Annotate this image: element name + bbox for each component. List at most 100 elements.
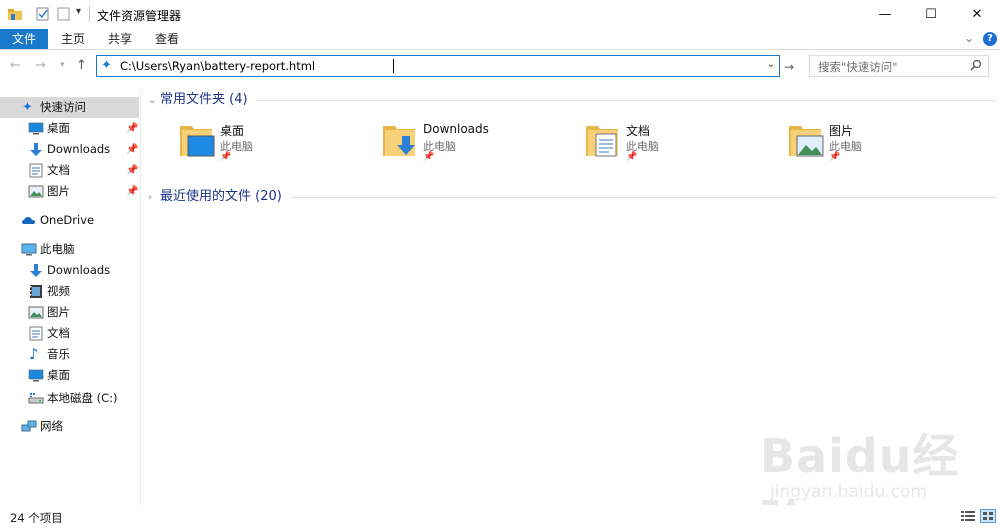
nav-pc-item-desktop[interactable]: 桌面 <box>0 365 139 386</box>
folder-name: 桌面 <box>220 124 245 138</box>
properties-icon[interactable] <box>35 6 51 22</box>
folder-tile-downloads[interactable]: Downloads 此电脑 📌 <box>381 120 561 166</box>
nav-label: 快速访问 <box>40 100 86 114</box>
folder-name: Downloads <box>423 122 489 136</box>
nav-this-pc[interactable]: 此电脑 <box>0 239 139 260</box>
group-header-recent[interactable]: › 最近使用的文件 (20) <box>148 187 282 207</box>
pictures-folder-icon <box>789 126 824 157</box>
group-divider <box>256 100 996 101</box>
back-arrow-icon[interactable]: ← <box>10 58 21 73</box>
group-title: 最近使用的文件 (20) <box>160 189 282 204</box>
nav-network[interactable]: 网络 <box>0 416 139 437</box>
details-view-icon[interactable] <box>960 509 976 523</box>
video-icon <box>30 285 42 298</box>
nav-label: 文档 <box>47 326 70 340</box>
nav-label: 桌面 <box>47 121 70 135</box>
expand-chevron-icon[interactable]: › <box>148 188 160 208</box>
folder-tile-documents[interactable]: 文档 此电脑 📌 <box>584 120 764 166</box>
nav-label: Downloads <box>47 263 111 277</box>
quick-access-star-icon: ✦ <box>22 100 33 115</box>
tab-view[interactable]: 查看 <box>146 29 188 49</box>
new-folder-icon[interactable] <box>56 6 72 22</box>
window-title: 文件资源管理器 <box>97 9 182 23</box>
nav-pc-item-videos[interactable]: 视频 <box>0 281 139 302</box>
nav-quick-access[interactable]: ✦ 快速访问 <box>0 97 139 118</box>
ribbon-tabs: 文件 主页 共享 查看 ⌄ ? <box>0 29 1000 50</box>
nav-quick-item-desktop[interactable]: 桌面 📌 <box>0 118 139 139</box>
nav-label: 此电脑 <box>40 242 75 256</box>
nav-label: 图片 <box>47 184 70 198</box>
go-button[interactable]: → <box>784 60 794 74</box>
close-button[interactable]: ✕ <box>954 0 1000 29</box>
status-bar: 24 个项目 <box>0 505 1000 528</box>
address-bar[interactable]: ✦ C:\Users\Ryan\battery-report.html ⌄ <box>96 55 780 77</box>
computer-icon <box>21 243 37 256</box>
nav-quick-item-downloads[interactable]: Downloads 📌 <box>0 139 139 160</box>
tab-home[interactable]: 主页 <box>52 29 94 49</box>
nav-quick-item-documents[interactable]: 文档 📌 <box>0 160 139 181</box>
pin-icon: 📌 <box>220 152 232 162</box>
music-icon: ♪ <box>29 345 39 363</box>
network-icon <box>21 420 37 432</box>
address-row: ← → ▾ ↑ ✦ C:\Users\Ryan\battery-report.h… <box>0 51 1000 81</box>
collapse-chevron-icon[interactable]: ⌄ <box>148 91 160 111</box>
nav-quick-item-pictures[interactable]: 图片 📌 <box>0 181 139 202</box>
tab-share[interactable]: 共享 <box>99 29 141 49</box>
recent-locations-chevron-icon[interactable]: ▾ <box>60 60 65 70</box>
desktop-icon <box>28 122 44 135</box>
tab-file[interactable]: 文件 <box>0 29 48 49</box>
minimize-button[interactable]: — <box>862 0 908 29</box>
documents-folder-icon <box>586 126 618 157</box>
nav-label: 音乐 <box>47 347 70 361</box>
folder-tile-pictures[interactable]: 图片 此电脑 📌 <box>787 120 967 166</box>
pin-icon: 📌 <box>126 165 139 176</box>
up-arrow-icon[interactable]: ↑ <box>76 58 87 73</box>
expand-ribbon-chevron-icon[interactable]: ⌄ <box>964 31 974 45</box>
nav-pc-item-local-disk[interactable]: 本地磁盘 (C:) <box>0 388 139 409</box>
nav-pc-item-pictures[interactable]: 图片 <box>0 302 139 323</box>
help-icon[interactable]: ? <box>983 32 997 46</box>
maximize-button[interactable]: ☐ <box>908 0 954 29</box>
drive-icon <box>28 393 44 404</box>
text-caret <box>393 59 394 73</box>
document-icon <box>29 326 43 341</box>
watermark-url: jingyan.baidu.com <box>770 482 927 502</box>
pin-icon: 📌 <box>626 152 638 162</box>
pin-icon: 📌 <box>829 152 841 162</box>
pin-icon: 📌 <box>423 152 435 162</box>
search-input[interactable]: 搜索"快速访问" <box>818 59 898 75</box>
search-icon[interactable] <box>970 59 982 71</box>
nav-label: 图片 <box>47 305 70 319</box>
pin-icon: 📌 <box>126 123 139 134</box>
pictures-icon <box>28 185 44 198</box>
explorer-app-icon[interactable] <box>7 6 23 22</box>
title-separator <box>89 6 90 22</box>
nav-pc-item-documents[interactable]: 文档 <box>0 323 139 344</box>
desktop-icon <box>28 369 44 382</box>
quick-access-star-icon: ✦ <box>101 58 112 73</box>
download-icon <box>30 264 42 277</box>
group-title: 常用文件夹 (4) <box>160 92 248 107</box>
pin-icon: 📌 <box>126 186 139 197</box>
nav-pc-item-music[interactable]: ♪ 音乐 <box>0 344 139 365</box>
nav-label: Downloads <box>47 142 111 156</box>
group-header-frequent[interactable]: ⌄ 常用文件夹 (4) <box>148 90 248 110</box>
pin-icon: 📌 <box>126 144 139 155</box>
item-count: 24 个项目 <box>10 511 63 525</box>
folder-tile-desktop[interactable]: 桌面 此电脑 📌 <box>178 120 358 166</box>
nav-pc-item-downloads[interactable]: Downloads <box>0 260 139 281</box>
customize-toolbar-chevron-icon[interactable]: ▾ <box>76 6 81 22</box>
onedrive-cloud-icon <box>22 217 35 224</box>
forward-arrow-icon[interactable]: → <box>35 58 46 73</box>
nav-label: 桌面 <box>47 368 70 382</box>
search-box[interactable]: 搜索"快速访问" <box>809 55 989 77</box>
navigation-pane: ✦ 快速访问 桌面 📌 Downloads 📌 文档 📌 图片 📌 OneDri… <box>0 90 141 505</box>
pictures-icon <box>28 306 44 319</box>
folder-name: 文档 <box>626 124 651 138</box>
nav-label: 本地磁盘 (C:) <box>47 391 118 405</box>
document-icon <box>29 163 43 178</box>
large-icons-view-icon[interactable] <box>980 509 996 523</box>
nav-onedrive[interactable]: OneDrive <box>0 210 139 231</box>
address-dropdown-icon[interactable]: ⌄ <box>767 59 775 70</box>
address-input[interactable]: C:\Users\Ryan\battery-report.html <box>120 59 315 73</box>
